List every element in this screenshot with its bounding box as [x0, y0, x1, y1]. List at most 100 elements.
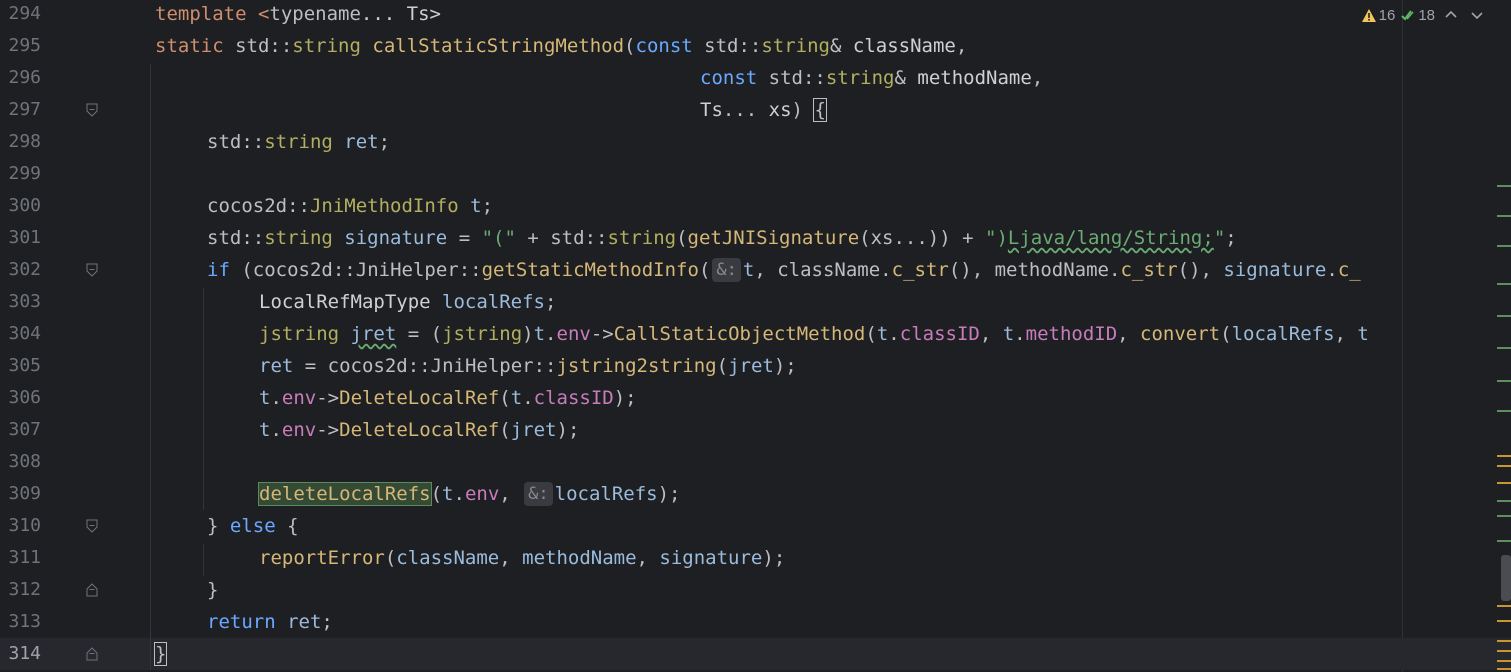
code-line[interactable]: 314}: [0, 638, 1511, 670]
stripe-mark[interactable]: [1497, 185, 1511, 187]
line-number[interactable]: 297: [0, 94, 41, 126]
code-line[interactable]: 310 } else {: [0, 510, 1511, 542]
stripe-mark[interactable]: [1497, 640, 1511, 642]
code-text[interactable]: const std::string& methodName,: [700, 62, 1043, 94]
line-number[interactable]: 311: [0, 542, 41, 574]
fold-marker-icon[interactable]: [86, 583, 98, 597]
code-text[interactable]: std::string ret;: [207, 126, 390, 158]
stripe-mark[interactable]: [1497, 245, 1511, 247]
code-line[interactable]: 308: [0, 446, 1511, 478]
code-line[interactable]: 312}: [0, 574, 1511, 606]
code-token: const: [635, 35, 705, 57]
code-line[interactable]: 302 if (cocos2d::JniHelper::getStaticMeth…: [0, 254, 1511, 286]
code-line[interactable]: 294 template <typename... Ts>: [0, 0, 1511, 30]
scrollbar-thumb[interactable]: [1501, 555, 1511, 601]
code-line[interactable]: 313 return ret;: [0, 606, 1511, 638]
code-line[interactable]: 307 t.env->DeleteLocalRef(jret);: [0, 414, 1511, 446]
code-text[interactable]: jstring jret = (jstring)t.env->CallStati…: [259, 318, 1369, 350]
code-editor[interactable]: 294 template <typename... Ts> 295 static st…: [0, 0, 1511, 672]
line-number[interactable]: 295: [0, 30, 41, 62]
chevron-down-icon[interactable]: [1467, 8, 1487, 22]
code-line[interactable]: 304 jstring jret = (jstring)t.env->CallSt…: [0, 318, 1511, 350]
error-stripe[interactable]: [1497, 0, 1511, 672]
code-line[interactable]: 301 std::string signature = "(" + std::st…: [0, 222, 1511, 254]
line-number[interactable]: 302: [0, 254, 41, 286]
code-line[interactable]: 299: [0, 158, 1511, 190]
code-token: string: [264, 131, 345, 153]
line-number[interactable]: 307: [0, 414, 41, 446]
stripe-mark[interactable]: [1497, 410, 1511, 412]
ok-indicator[interactable]: 18: [1401, 7, 1435, 24]
stripe-mark[interactable]: [1497, 482, 1511, 484]
code-text[interactable]: static std::string callStaticStringMetho…: [155, 30, 967, 62]
code-text[interactable]: reportError(className, methodName, signa…: [259, 542, 785, 574]
code-line[interactable]: 303 LocalRefMapType localRefs;: [0, 286, 1511, 318]
code-token: ->: [316, 419, 340, 441]
stripe-mark[interactable]: [1497, 668, 1511, 670]
code-text[interactable]: ret = cocos2d::JniHelper::jstring2string…: [259, 350, 797, 382]
line-number[interactable]: 314: [0, 638, 41, 670]
code-token: env: [281, 419, 317, 441]
line-number[interactable]: 300: [0, 190, 41, 222]
code-line[interactable]: 306 t.env->DeleteLocalRef(t.classID);: [0, 382, 1511, 414]
stripe-mark[interactable]: [1497, 500, 1511, 502]
stripe-mark[interactable]: [1497, 215, 1511, 217]
code-text[interactable]: deleteLocalRefs(t.env, &: localRefs);: [258, 478, 681, 510]
line-number[interactable]: 298: [0, 126, 41, 158]
warnings-indicator[interactable]: 16: [1361, 7, 1395, 24]
fold-marker-icon[interactable]: [86, 263, 98, 277]
stripe-mark[interactable]: [1497, 347, 1511, 349]
line-number[interactable]: 299: [0, 158, 41, 190]
stripe-mark[interactable]: [1497, 515, 1511, 517]
stripe-mark[interactable]: [1497, 650, 1511, 652]
fold-marker-icon[interactable]: [86, 519, 98, 533]
fold-marker-icon[interactable]: [86, 103, 98, 117]
line-number[interactable]: 308: [0, 446, 41, 478]
code-text[interactable]: if (cocos2d::JniHelper::getStaticMethodI…: [207, 254, 1361, 286]
code-text[interactable]: }: [207, 574, 218, 606]
code-token: ::: [407, 355, 431, 377]
stripe-mark[interactable]: [1497, 605, 1511, 607]
code-line[interactable]: 296 const std::string& methodName,: [0, 62, 1511, 94]
code-text[interactable]: template <typename... Ts>: [155, 0, 441, 30]
line-number[interactable]: 304: [0, 318, 41, 350]
stripe-mark[interactable]: [1497, 380, 1511, 382]
stripe-mark[interactable]: [1497, 465, 1511, 467]
code-line[interactable]: 309 deleteLocalRefs(t.env, &: localRefs);: [0, 478, 1511, 510]
code-text[interactable]: Ts... xs) {: [700, 94, 827, 126]
code-token: std: [235, 35, 270, 57]
code-text[interactable]: } else {: [207, 510, 299, 542]
line-number[interactable]: 306: [0, 382, 41, 414]
code-line[interactable]: 300 cocos2d::JniMethodInfo t;: [0, 190, 1511, 222]
stripe-mark[interactable]: [1497, 660, 1511, 662]
code-line[interactable]: 295 static std::string callStaticStringMe…: [0, 30, 1511, 62]
line-number[interactable]: 303: [0, 286, 41, 318]
line-number[interactable]: 309: [0, 478, 41, 510]
line-number[interactable]: 305: [0, 350, 41, 382]
line-number[interactable]: 301: [0, 222, 41, 254]
code-line[interactable]: 297 Ts... xs) {: [0, 94, 1511, 126]
code-text[interactable]: return ret;: [207, 606, 333, 638]
code-line[interactable]: 311 reportError(className, methodName, si…: [0, 542, 1511, 574]
code-line[interactable]: 298 std::string ret;: [0, 126, 1511, 158]
line-number[interactable]: 310: [0, 510, 41, 542]
code-text[interactable]: t.env->DeleteLocalRef(jret);: [259, 414, 579, 446]
code-text[interactable]: LocalRefMapType localRefs;: [259, 286, 556, 318]
code-text[interactable]: std::string signature = "(" + std::strin…: [207, 222, 1237, 254]
stripe-mark[interactable]: [1497, 540, 1511, 542]
line-number[interactable]: 294: [0, 0, 41, 30]
code-text[interactable]: cocos2d::JniMethodInfo t;: [207, 190, 493, 222]
code-text[interactable]: }: [153, 638, 168, 670]
fold-marker-icon[interactable]: [86, 647, 98, 661]
line-number[interactable]: 313: [0, 606, 41, 638]
chevron-up-icon[interactable]: [1441, 8, 1461, 22]
stripe-mark[interactable]: [1497, 315, 1511, 317]
stripe-mark[interactable]: [1497, 283, 1511, 285]
line-number[interactable]: 312: [0, 574, 41, 606]
line-number[interactable]: 296: [0, 62, 41, 94]
inspection-widget[interactable]: 16 18: [1361, 4, 1487, 26]
code-line[interactable]: 305 ret = cocos2d::JniHelper::jstring2str…: [0, 350, 1511, 382]
code-text[interactable]: t.env->DeleteLocalRef(t.classID);: [259, 382, 637, 414]
stripe-mark[interactable]: [1497, 455, 1511, 457]
stripe-mark[interactable]: [1497, 620, 1511, 622]
